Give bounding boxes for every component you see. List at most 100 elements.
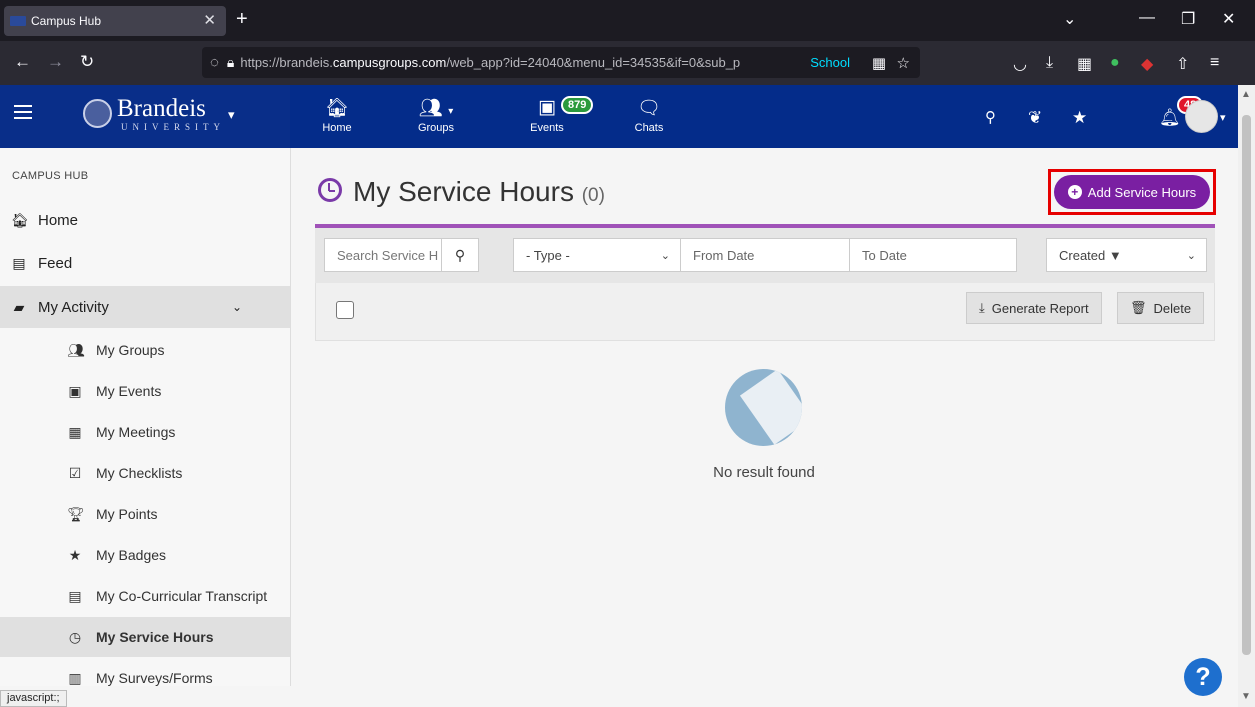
scrollbar[interactable]: ▲ ▼ [1238, 85, 1255, 707]
forward-icon[interactable]: → [47, 52, 64, 72]
brand-name[interactable]: Brandeis [117, 95, 206, 123]
pocket-icon[interactable]: ◡ [1013, 54, 1027, 74]
clipboard-icon: ▥ [68, 669, 82, 686]
university-seal-icon [83, 99, 112, 128]
action-bar: ⤓ Generate Report 🗑︎ Delete [315, 283, 1215, 341]
events-count-badge: 879 [561, 96, 594, 114]
close-tab-icon[interactable]: ✕ [203, 11, 216, 29]
chevron-down-icon: ⌄ [231, 300, 242, 314]
chevron-down-icon[interactable]: ▾ [1220, 111, 1226, 124]
extension-red-icon[interactable]: ◆ [1141, 54, 1153, 74]
transcript-icon: ▤ [68, 587, 82, 604]
plus-circle-icon: + [1067, 185, 1082, 199]
page-title-text: My Service Hours [353, 176, 574, 207]
sidebar-item-my-activity[interactable]: ▰ My Activity ⌄ [0, 286, 290, 328]
select-all-checkbox[interactable] [336, 301, 354, 319]
groups-icon: 👥︎ ▾ [418, 98, 454, 119]
download-icon: ⤓ [979, 300, 985, 315]
delete-button[interactable]: 🗑︎ Delete [1117, 292, 1205, 324]
close-window-icon[interactable]: ✕ [1222, 9, 1235, 29]
main-content: My Service Hours (0) + Add Service Hours… [291, 148, 1237, 707]
browser-tabbar: Campus Hub ✕ + ⌄ — ❐ ✕ [0, 0, 1255, 41]
sidebar-item-my-meetings[interactable]: ▦ My Meetings [0, 412, 290, 452]
empty-state-message: No result found [713, 464, 815, 481]
activity-icon: ▰ [13, 298, 25, 315]
hamburger-menu-icon[interactable] [14, 105, 32, 123]
sidebar-item-my-badges[interactable]: ★ My Badges [0, 535, 290, 575]
nav-events[interactable]: ▣ Events [522, 85, 572, 148]
school-badge[interactable]: School [806, 55, 850, 70]
address-bar[interactable]: ◌ 🔒︎ https://brandeis. campusgroups.com/w… [202, 47, 920, 78]
trophy-icon: 🏆︎ [67, 505, 85, 522]
bell-icon[interactable]: 🔔︎ [1159, 108, 1181, 128]
tab-list-icon[interactable]: ⌄ [1063, 9, 1076, 29]
search-input[interactable]: Search Service H [324, 238, 442, 272]
share-icon[interactable]: ⇧ [1176, 54, 1189, 74]
empty-state-illustration [725, 369, 802, 446]
restore-icon[interactable]: ❐ [1181, 9, 1195, 29]
bookmark-star-icon[interactable]: ☆ [897, 54, 910, 72]
avatar[interactable] [1185, 100, 1218, 133]
extension-grid-icon[interactable]: ▦ [1077, 54, 1092, 74]
minimize-icon[interactable]: — [1139, 9, 1155, 27]
nav-groups[interactable]: 👥︎ ▾ Groups [406, 85, 466, 148]
nav-chats[interactable]: 🗨︎ Chats [624, 85, 674, 148]
sidebar-item-home[interactable]: 🏠︎ Home [0, 200, 290, 240]
download-icon[interactable]: ⤓ [1046, 54, 1053, 72]
leaf-icon[interactable]: ❦ [1028, 108, 1042, 128]
help-button[interactable]: ? [1184, 658, 1222, 696]
badge-icon: ★ [68, 546, 82, 563]
menu-icon[interactable]: ≡ [1210, 54, 1219, 72]
delete-label: Delete [1153, 300, 1192, 316]
sidebar-item-label: My Surveys/Forms [96, 670, 213, 686]
clock-icon: ◷ [68, 628, 82, 645]
scrollbar-thumb[interactable] [1242, 115, 1251, 655]
sidebar-section-title: CAMPUS HUB [12, 170, 89, 182]
sidebar-item-label: Home [38, 211, 79, 229]
groups-icon: 👥︎ [67, 341, 85, 358]
extension-green-icon[interactable]: ● [1110, 54, 1120, 72]
star-icon[interactable]: ★ [1072, 108, 1087, 128]
sidebar-item-my-points[interactable]: 🏆︎ My Points [0, 494, 290, 534]
type-select-value: - Type - [526, 247, 570, 263]
search-button[interactable]: ⚲ [441, 238, 479, 272]
sidebar-item-label: My Events [96, 383, 162, 399]
brand-subtitle: UNIVERSITY [121, 122, 225, 132]
shield-icon: ◌ [210, 54, 219, 71]
search-icon[interactable]: ⚲ [985, 108, 996, 126]
home-icon: 🏠︎ [324, 98, 350, 119]
sidebar-item-my-service-hours[interactable]: ◷ My Service Hours [0, 617, 290, 657]
sidebar-item-my-surveys[interactable]: ▥ My Surveys/Forms [0, 658, 290, 687]
browser-tab[interactable]: Campus Hub ✕ [4, 6, 226, 36]
sidebar-item-my-groups[interactable]: 👥︎ My Groups [0, 330, 290, 370]
status-bar: javascript:; [0, 690, 67, 707]
sort-select[interactable]: Created ▼ ⌄ [1046, 238, 1207, 272]
nav-home-label: Home [322, 122, 352, 134]
sidebar-item-my-transcript[interactable]: ▤ My Co-Curricular Transcript [0, 576, 290, 616]
nav-chats-label: Chats [634, 122, 664, 134]
generate-report-button[interactable]: ⤓ Generate Report [966, 292, 1102, 324]
new-tab-icon[interactable]: + [236, 8, 248, 31]
sidebar-item-label: My Activity [38, 298, 109, 316]
scroll-down-icon[interactable]: ▼ [1241, 691, 1251, 702]
type-select[interactable]: - Type - ⌄ [513, 238, 681, 272]
add-service-hours-button[interactable]: + Add Service Hours [1054, 175, 1210, 209]
chevron-down-icon: ⌄ [660, 249, 670, 262]
chevron-down-icon[interactable]: ▾ [228, 107, 235, 123]
sidebar-item-my-events[interactable]: ▣ My Events [0, 371, 290, 411]
lock-icon: 🔒︎ [226, 54, 235, 70]
to-date-input[interactable]: To Date [849, 238, 1017, 272]
nav-groups-label: Groups [417, 122, 455, 134]
qr-icon[interactable]: ▦ [872, 54, 886, 72]
scroll-up-icon[interactable]: ▲ [1241, 89, 1251, 100]
sidebar-item-feed[interactable]: ▤ Feed [0, 243, 290, 283]
nav-home[interactable]: 🏠︎ Home [312, 85, 362, 148]
page-title: My Service Hours (0) [353, 176, 605, 208]
reload-icon[interactable]: ↻ [80, 52, 94, 72]
generate-report-label: Generate Report [991, 300, 1089, 316]
url-path: /web_app?id=24040&menu_id=34535&if=0&sub… [446, 55, 741, 70]
back-icon[interactable]: ← [14, 52, 31, 72]
sidebar-item-my-checklists[interactable]: ☑ My Checklists [0, 453, 290, 493]
nav-events-label: Events [530, 122, 564, 134]
from-date-input[interactable]: From Date [680, 238, 850, 272]
